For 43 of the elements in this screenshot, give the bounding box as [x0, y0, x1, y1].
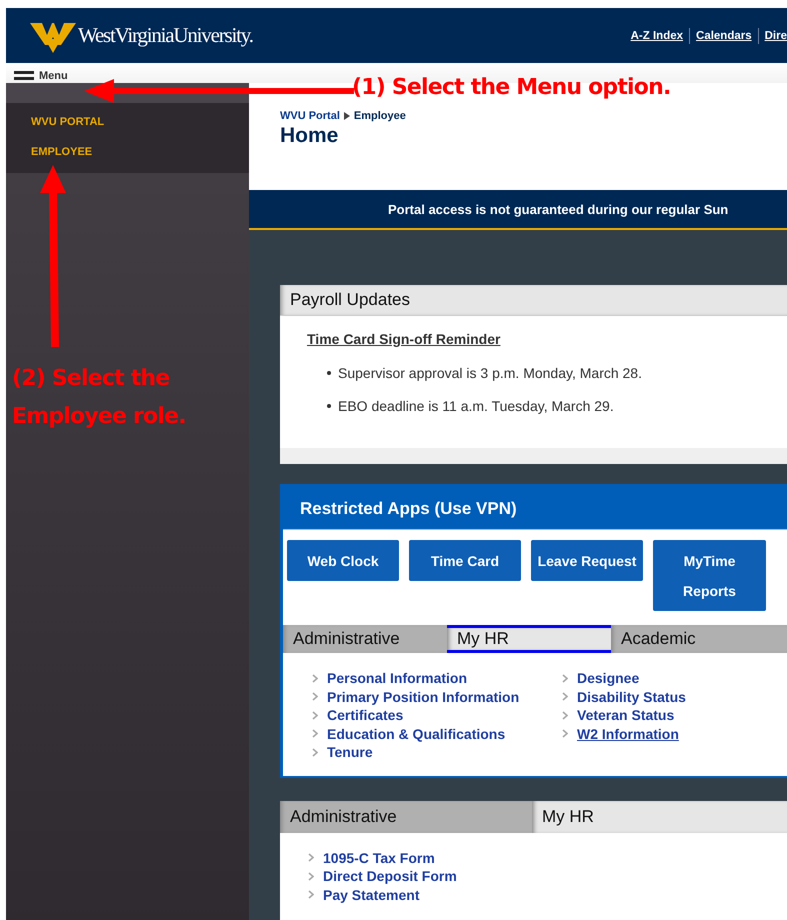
hr-link[interactable]: Certificates	[327, 707, 404, 724]
hr-link[interactable]: Pay Statement	[323, 886, 420, 903]
app-button[interactable]: Leave Request	[531, 540, 643, 581]
card-header: Payroll Updates	[280, 285, 787, 316]
bullet-text: Supervisor approval is 3 p.m. Monday, March 28.	[338, 365, 642, 381]
sidebar-item[interactable]: WVU PORTAL	[6, 107, 249, 137]
app-button[interactable]: MyTime Reports	[653, 540, 766, 611]
menu-icon	[14, 71, 34, 81]
bullet-icon	[327, 371, 331, 375]
hr-link[interactable]: Disability Status	[577, 688, 686, 705]
hr-link[interactable]: 1095-C Tax Form	[323, 850, 435, 866]
tab[interactable]: My HR	[532, 800, 787, 832]
hr-link[interactable]: Veteran Status	[577, 707, 674, 724]
bullet-icon	[327, 404, 331, 408]
reminder-link[interactable]: Time Card Sign-off Reminder	[307, 331, 500, 347]
nav-link[interactable]: Calendars	[696, 30, 752, 42]
tab[interactable]: Administrative	[283, 625, 447, 653]
logo-text[interactable]: WestVirginiaUniversity.	[78, 23, 253, 48]
app-button[interactable]: Time Card	[409, 540, 521, 581]
hr-link[interactable]: Primary Position Information	[327, 688, 520, 705]
tab[interactable]: Administrative	[280, 800, 532, 832]
hr-link[interactable]: W2 Information	[577, 726, 679, 742]
sidebar-item[interactable]: EMPLOYEE	[6, 137, 249, 167]
breadcrumb-link[interactable]: WVU Portal	[280, 110, 340, 122]
annotation-text: (2) Select the Employee role.	[12, 365, 187, 431]
menu-button[interactable]: Menu	[6, 69, 68, 83]
nav-link[interactable]: A-Z Index	[630, 30, 684, 42]
notice-text: Portal access is not guaranteed during our regular Sun	[388, 202, 728, 216]
tab[interactable]: Academic	[611, 625, 787, 653]
breadcrumb-current: Employee	[354, 110, 406, 122]
panel-title: Restricted Apps (Use VPN)	[299, 498, 518, 520]
hr-link[interactable]: Education & Qualifications	[327, 726, 506, 742]
hr-link[interactable]: Direct Deposit Form	[323, 868, 457, 884]
caret-icon	[344, 112, 350, 120]
tab[interactable]: My HR	[447, 625, 611, 653]
app-button[interactable]: Web Clock	[287, 540, 399, 581]
nav-link[interactable]: Dire	[764, 30, 787, 42]
annotation-text: (1) Select the Menu option.	[352, 75, 671, 100]
hr-link[interactable]: Personal Information	[327, 670, 468, 686]
hr-link[interactable]: Designee	[577, 670, 640, 686]
hr-link[interactable]: Tenure	[327, 744, 373, 760]
page-title: Home	[280, 124, 340, 148]
bullet-text: EBO deadline is 11 a.m. Tuesday, March 29.	[338, 398, 614, 414]
